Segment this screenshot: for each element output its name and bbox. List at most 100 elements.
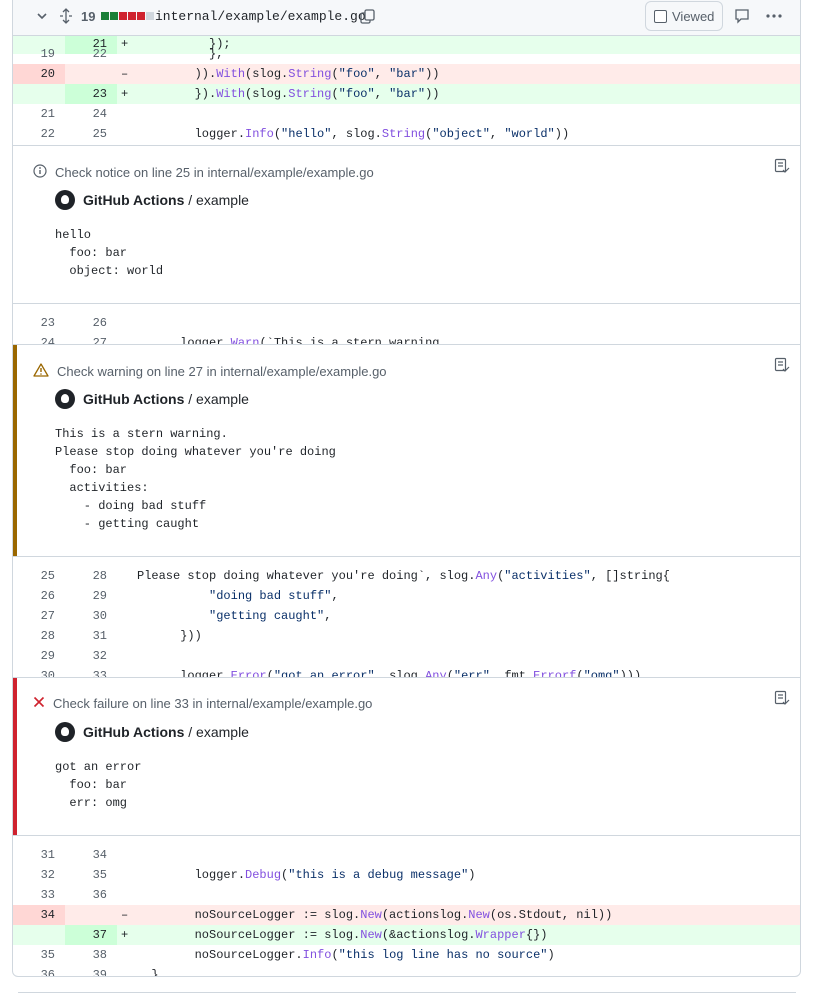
- new-line-number[interactable]: 29: [65, 586, 117, 606]
- diff-row: 25 28 Please stop doing whatever you're do…: [13, 566, 800, 586]
- kebab-icon[interactable]: [761, 1, 787, 31]
- new-line-number[interactable]: 23: [65, 84, 117, 104]
- new-line-number[interactable]: 25: [65, 124, 117, 144]
- code-line: logger.Info("hello", slog.String("object…: [137, 127, 570, 141]
- code-line: Please stop doing whatever you're doing`…: [137, 569, 670, 583]
- new-line-number[interactable]: 28: [65, 566, 117, 586]
- new-line-number[interactable]: 26: [65, 313, 117, 333]
- new-line-number[interactable]: 34: [65, 845, 117, 865]
- code-line: }: [137, 968, 159, 977]
- github-logo-icon: [55, 389, 75, 409]
- annotation-message: hello foo: bar object: world: [55, 228, 164, 278]
- file-header: 19 internal/example/example.go Viewed: [13, 0, 800, 36]
- old-line-number[interactable]: 35: [13, 945, 65, 965]
- old-line-number[interactable]: 28: [13, 626, 65, 646]
- diff-row: 19 22 },: [13, 44, 800, 64]
- new-line-number[interactable]: 30: [65, 606, 117, 626]
- annotation-source-job[interactable]: example: [196, 724, 249, 740]
- diff-row: 34 – noSourceLogger := slog.New(actionslo…: [13, 905, 800, 925]
- diff-marker: –: [121, 908, 129, 922]
- annotation-failure: Check failure on line 33 in internal/exa…: [13, 677, 800, 836]
- old-line-number[interactable]: 23: [13, 313, 65, 333]
- new-line-number[interactable]: 22: [65, 44, 117, 64]
- diff-row: 20 – )).With(slog.String("foo", "bar")): [13, 64, 800, 84]
- diff-row: 23 26: [13, 313, 800, 333]
- view-raw-log-icon[interactable]: [774, 357, 790, 373]
- copy-icon[interactable]: [354, 1, 380, 31]
- annotation-source-job[interactable]: example: [196, 192, 249, 208]
- diff-row: 33 36: [13, 885, 800, 905]
- annotation-source-job[interactable]: example: [196, 391, 249, 407]
- file-path-link[interactable]: internal/example/example.go: [155, 1, 366, 31]
- chevron-down-icon[interactable]: [29, 1, 55, 31]
- diff-row: 23 + }).With(slog.String("foo", "bar")): [13, 84, 800, 104]
- new-line-number[interactable]: 39: [65, 965, 117, 976]
- viewed-toggle[interactable]: Viewed: [645, 1, 724, 31]
- old-line-number[interactable]: 26: [13, 586, 65, 606]
- new-line-number[interactable]: 37: [65, 925, 117, 945]
- diff-marker: +: [121, 928, 129, 942]
- viewed-label: Viewed: [672, 8, 715, 24]
- view-raw-log-icon[interactable]: [774, 158, 790, 174]
- github-logo-icon: [55, 190, 75, 210]
- code-line: logger.Debug("this is a debug message"): [137, 868, 476, 882]
- new-line-number[interactable]: 31: [65, 626, 117, 646]
- code-line: }).With(slog.String("foo", "bar")): [137, 87, 440, 101]
- viewed-checkbox[interactable]: [654, 9, 667, 23]
- annotation-warning: Check warning on line 27 in internal/exa…: [13, 344, 800, 557]
- code-line: },: [137, 47, 224, 61]
- alert-icon: [33, 363, 49, 380]
- annotation-accent-bar: [13, 345, 17, 556]
- new-line-number[interactable]: 35: [65, 865, 117, 885]
- old-line-number[interactable]: 31: [13, 845, 65, 865]
- diff-row: 28 31 })): [13, 626, 800, 646]
- diffstat: 19: [81, 1, 155, 31]
- diff-marker: –: [121, 67, 129, 81]
- diffstat-square: [110, 12, 119, 20]
- old-line-number[interactable]: 36: [13, 965, 65, 976]
- annotation-notice: Check notice on line 25 in internal/exam…: [13, 145, 800, 304]
- expand-icon[interactable]: [53, 1, 79, 31]
- info-icon: [33, 164, 47, 181]
- old-line-number[interactable]: 33: [13, 885, 65, 905]
- code-line: )).With(slog.String("foo", "bar")): [137, 67, 440, 81]
- annotation-source-app[interactable]: GitHub Actions: [83, 391, 184, 407]
- new-line-number[interactable]: 32: [65, 646, 117, 666]
- annotation-title: Check notice on line 25 in internal/exam…: [55, 165, 374, 180]
- new-line-number[interactable]: 38: [65, 945, 117, 965]
- diffstat-bars: [101, 12, 155, 20]
- diffstat-square: [128, 12, 137, 20]
- comment-icon[interactable]: [729, 1, 755, 31]
- diffstat-square: [137, 12, 146, 20]
- new-line-number[interactable]: 36: [65, 885, 117, 905]
- diff-row: 27 30 "getting caught",: [13, 606, 800, 626]
- diff-file-card: 21 + }); 19 internal/example/example.go …: [12, 0, 801, 977]
- old-line-number[interactable]: 34: [13, 905, 65, 925]
- old-line-number[interactable]: 27: [13, 606, 65, 626]
- code-line: "getting caught",: [209, 609, 332, 623]
- old-line-number[interactable]: 21: [13, 104, 65, 124]
- annotation-source-app[interactable]: GitHub Actions: [83, 192, 184, 208]
- diff-row: 22 25 logger.Info("hello", slog.String("o…: [13, 124, 800, 144]
- code-line: "doing bad stuff",: [209, 589, 339, 603]
- diff-row: 36 39 }: [13, 965, 800, 977]
- diff-row: 21 24: [13, 104, 800, 124]
- diff-row: 32 35 logger.Debug("this is a debug messa…: [13, 865, 800, 885]
- diffstat-square: [146, 12, 155, 20]
- old-line-number[interactable]: 19: [13, 44, 65, 64]
- code-line: noSourceLogger := slog.New(actionslog.Ne…: [137, 908, 613, 922]
- old-line-number[interactable]: 25: [13, 566, 65, 586]
- old-line-number[interactable]: 32: [13, 865, 65, 885]
- old-line-number[interactable]: 20: [13, 64, 65, 84]
- new-line-number[interactable]: 24: [65, 104, 117, 124]
- diffstat-square: [101, 12, 110, 20]
- diff-row: 37 + noSourceLogger := slog.New(&actionsl…: [13, 925, 800, 945]
- annotation-source-app[interactable]: GitHub Actions: [83, 724, 184, 740]
- view-raw-log-icon[interactable]: [774, 690, 790, 706]
- github-logo-icon: [55, 722, 75, 742]
- code-line: noSourceLogger.Info("this log line has n…: [137, 948, 555, 962]
- old-line-number[interactable]: 22: [13, 124, 65, 144]
- old-line-number[interactable]: 29: [13, 646, 65, 666]
- annotation-message: This is a stern warning. Please stop doi…: [55, 427, 336, 531]
- annotation-title: Check warning on line 27 in internal/exa…: [57, 364, 387, 379]
